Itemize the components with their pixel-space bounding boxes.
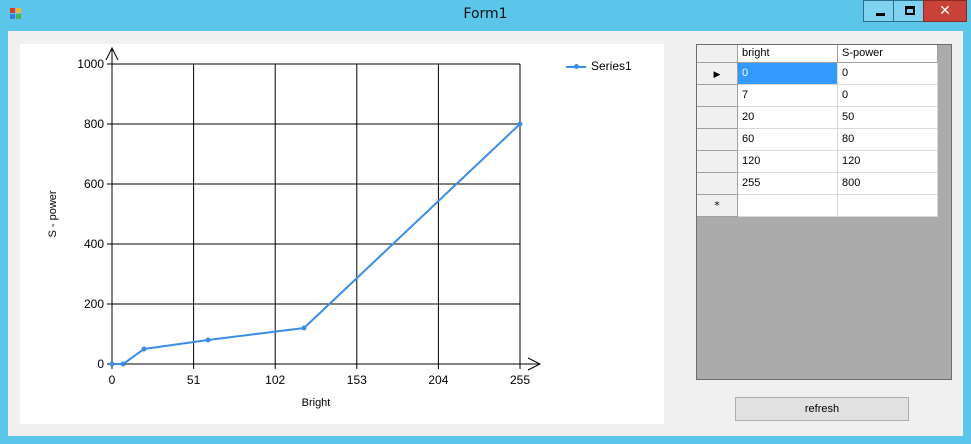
y-tick-label: 200 xyxy=(84,297,104,311)
data-point xyxy=(205,337,211,343)
chart-axes xyxy=(105,46,542,371)
title-bar: Form1 ✕ xyxy=(0,0,971,31)
x-tick-label: 204 xyxy=(428,373,448,387)
x-tick-label: 0 xyxy=(109,373,116,387)
column-header-s-power[interactable]: S-power xyxy=(838,45,938,63)
table-cell[interactable]: 120 xyxy=(738,151,838,173)
current-row-indicator-icon: ▶ xyxy=(713,70,721,80)
legend-series-marker xyxy=(574,64,579,69)
data-grid-view[interactable]: bright S-power ▶ 0 0 7 0 20 50 60 80 120 120 255 800 * xyxy=(696,44,952,380)
y-tick-label: 400 xyxy=(84,237,104,251)
minimize-icon xyxy=(876,13,885,16)
x-tick-label: 255 xyxy=(510,373,530,387)
maximize-button[interactable] xyxy=(893,0,926,22)
row-header-cell[interactable] xyxy=(697,107,738,129)
x-tick-label: 153 xyxy=(347,373,367,387)
refresh-button[interactable]: refresh xyxy=(735,397,909,421)
column-header-bright[interactable]: bright xyxy=(738,45,838,63)
x-tick-label: 51 xyxy=(187,373,201,387)
table-cell[interactable]: 20 xyxy=(738,107,838,129)
y-tick-label: 600 xyxy=(84,177,104,191)
y-tick-label: 800 xyxy=(84,117,104,131)
close-button[interactable]: ✕ xyxy=(923,0,967,22)
minimize-button[interactable] xyxy=(863,0,896,22)
line-chart: 0 51 102 153 204 25502004006008001000 Bright … xyxy=(47,46,542,409)
table-cell-empty[interactable] xyxy=(838,195,938,217)
row-header-cell[interactable] xyxy=(697,129,738,151)
row-header-cell[interactable] xyxy=(697,85,738,107)
table-cell[interactable]: 50 xyxy=(838,107,938,129)
table-cell[interactable]: 255 xyxy=(738,173,838,195)
data-point xyxy=(141,346,147,352)
table-cell[interactable]: 80 xyxy=(838,129,938,151)
row-header-cell[interactable]: ▶ xyxy=(697,63,738,85)
table-cell[interactable]: 0 xyxy=(738,63,838,85)
top-left-header-cell xyxy=(697,45,738,63)
legend-series-label: Series1 xyxy=(591,59,632,73)
table-cell[interactable]: 800 xyxy=(838,173,938,195)
maximize-icon xyxy=(905,6,915,15)
x-axis-label: Bright xyxy=(302,397,331,409)
chart-ticks: 0 51 102 153 204 255 0 200 400 600 800 1000 xyxy=(77,57,530,387)
table-cell[interactable]: 0 xyxy=(838,85,938,107)
data-point xyxy=(109,361,115,367)
table-cell[interactable]: 60 xyxy=(738,129,838,151)
row-header-cell[interactable] xyxy=(697,173,738,195)
table-cell[interactable]: 120 xyxy=(838,151,938,173)
data-point xyxy=(517,121,523,127)
new-row-header-cell[interactable]: * xyxy=(697,195,738,217)
chart-grid xyxy=(111,63,521,365)
table-cell-empty[interactable] xyxy=(738,195,838,217)
close-icon: ✕ xyxy=(939,3,951,19)
table-cell[interactable]: 0 xyxy=(838,63,938,85)
table-cell[interactable]: 7 xyxy=(738,85,838,107)
x-tick-label: 102 xyxy=(265,373,285,387)
y-axis-label: S - power xyxy=(47,190,59,237)
y-tick-label: 0 xyxy=(97,357,104,371)
data-point xyxy=(120,361,126,367)
new-row-indicator-icon: * xyxy=(714,199,720,212)
row-header-cell[interactable] xyxy=(697,151,738,173)
data-point xyxy=(301,325,307,331)
window-title: Form1 xyxy=(463,6,508,22)
y-tick-label: 1000 xyxy=(77,57,104,71)
